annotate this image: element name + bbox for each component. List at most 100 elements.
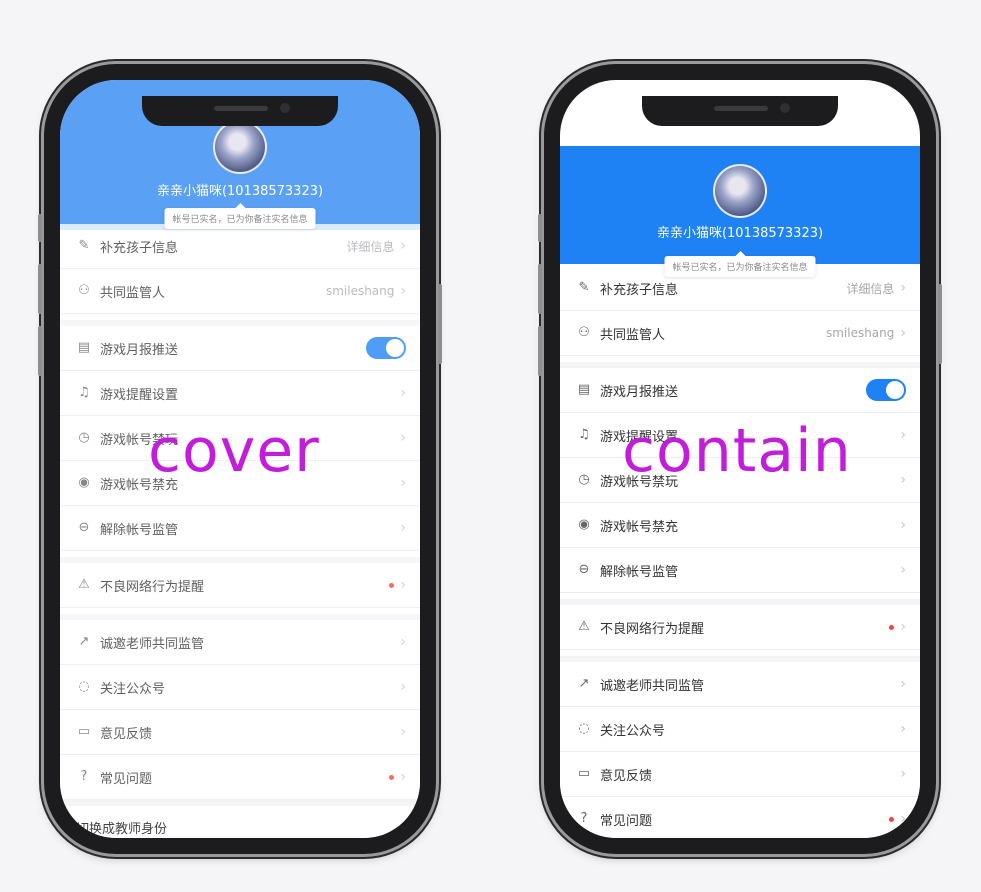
menu-item-label: 不良网络行为提醒	[600, 621, 705, 637]
report-icon: ▤	[577, 382, 591, 397]
coin-icon: ◉	[78, 475, 90, 490]
chevron-right-icon: ›	[900, 562, 906, 578]
chevron-right-icon: ›	[400, 679, 406, 695]
menu-item[interactable]: ✎ 补充孩子信息 详细信息 ›	[60, 224, 420, 269]
menu-item-label: 解除帐号监管	[100, 522, 179, 538]
menu-item-label: 游戏月报推送	[100, 342, 179, 358]
chevron-right-icon: ›	[900, 721, 906, 737]
menu-item[interactable]: ▭ 意见反馈 ›	[60, 710, 420, 755]
user-name: 亲亲小猫咪(10138573323)	[156, 184, 324, 199]
menu-item[interactable]: ▤ 游戏月报推送	[560, 362, 920, 413]
chevron-right-icon: ›	[900, 280, 906, 296]
notification-dot	[389, 582, 395, 588]
edit-icon: ✎	[578, 280, 590, 295]
overlay-label-cover: cover	[148, 416, 320, 486]
share-icon: ↗	[578, 676, 590, 691]
chevron-right-icon: ›	[900, 427, 906, 443]
notch	[142, 96, 338, 126]
chevron-right-icon: ›	[400, 634, 406, 650]
chat-icon: ◌	[78, 679, 90, 694]
menu-item[interactable]: ? 常见问题 ›	[560, 797, 920, 838]
warning-icon: ⚠	[578, 619, 590, 634]
menu-item[interactable]: ◌ 关注公众号 ›	[60, 665, 420, 710]
monthly-report-toggle[interactable]	[866, 379, 906, 401]
switch-role-label: 切换成教师身份	[76, 822, 168, 837]
chevron-right-icon: ›	[400, 475, 406, 491]
chevron-right-icon: ›	[400, 283, 406, 299]
menu-item-label: 意见反馈	[100, 726, 153, 742]
profile-header: 亲亲小猫咪(10138573323)	[560, 146, 920, 264]
menu-item-label: 关注公众号	[600, 723, 666, 739]
menu-item-label: 常见问题	[600, 813, 653, 829]
menu-item[interactable]: ▭ 意见反馈 ›	[560, 752, 920, 797]
report-icon: ▤	[77, 340, 91, 355]
chevron-right-icon: ›	[400, 769, 406, 785]
chat-icon: ◌	[578, 721, 590, 736]
menu-item-label: 游戏提醒设置	[100, 387, 179, 403]
menu-item-value: 详细信息	[846, 281, 895, 296]
monthly-report-toggle[interactable]	[366, 337, 406, 359]
notification-dot	[889, 624, 895, 630]
menu-item-label: 共同监管人	[600, 327, 666, 343]
help-icon: ?	[80, 769, 88, 784]
notch	[642, 96, 838, 126]
chevron-right-icon: ›	[900, 766, 906, 782]
chevron-right-icon: ›	[400, 385, 406, 401]
menu-item[interactable]: ⊖ 解除帐号监管 ›	[560, 548, 920, 593]
clock-icon: ◷	[578, 472, 590, 487]
warning-icon: ⚠	[78, 577, 90, 592]
volume-down-button	[538, 326, 542, 376]
menu-item-label: 意见反馈	[600, 768, 653, 784]
menu-item[interactable]: ◌ 关注公众号 ›	[560, 707, 920, 752]
menu-item-label: 诚邀老师共同监管	[100, 636, 205, 652]
menu-item-label: 共同监管人	[100, 285, 166, 301]
notification-dot	[889, 816, 895, 822]
menu-item-value: smileshang	[825, 326, 895, 340]
menu-item[interactable]: ⚇ 共同监管人 smileshang ›	[60, 269, 420, 314]
volume-down-button	[38, 326, 42, 376]
chevron-right-icon: ›	[399, 820, 406, 838]
menu-item-label: 诚邀老师共同监管	[600, 678, 705, 694]
volume-up-button	[38, 264, 42, 314]
bell-icon: ♫	[78, 385, 90, 400]
chevron-right-icon: ›	[900, 472, 906, 488]
chevron-right-icon: ›	[900, 325, 906, 341]
notification-dot	[389, 774, 395, 780]
chevron-right-icon: ›	[900, 811, 906, 827]
chevron-right-icon: ›	[900, 619, 906, 635]
chevron-right-icon: ›	[400, 577, 406, 593]
menu-item[interactable]: ◉ 游戏帐号禁充 ›	[560, 503, 920, 548]
lock-icon: ⊖	[78, 520, 90, 535]
menu-item[interactable]: ⚇ 共同监管人 smileshang ›	[560, 311, 920, 356]
menu-item[interactable]: ▤ 游戏月报推送	[60, 320, 420, 371]
bell-icon: ♫	[578, 427, 590, 442]
avatar[interactable]	[713, 164, 767, 218]
menu-item[interactable]: ↗ 诚邀老师共同监管 ›	[60, 614, 420, 665]
edit-icon: ✎	[78, 238, 90, 253]
volume-up-button	[538, 264, 542, 314]
menu-item[interactable]: ⊖ 解除帐号监管 ›	[60, 506, 420, 551]
menu-item-label: 常见问题	[100, 771, 153, 787]
chevron-right-icon: ›	[400, 724, 406, 740]
switch-role-item[interactable]: 切换成教师身份查看班级游戏情况、管理学生游戏行为›	[60, 800, 420, 838]
avatar[interactable]	[213, 120, 267, 174]
menu-item[interactable]: ♫ 游戏提醒设置 ›	[60, 371, 420, 416]
menu-item[interactable]: ⚠ 不良网络行为提醒 ›	[560, 599, 920, 650]
people-icon: ⚇	[578, 325, 590, 340]
menu-item-label: 游戏帐号禁充	[600, 519, 679, 535]
clock-icon: ◷	[78, 430, 90, 445]
chevron-right-icon: ›	[900, 676, 906, 692]
menu-item[interactable]: ↗ 诚邀老师共同监管 ›	[560, 656, 920, 707]
chevron-right-icon: ›	[400, 430, 406, 446]
lock-icon: ⊖	[578, 562, 590, 577]
power-button	[938, 284, 942, 364]
menu-item[interactable]: ⚠ 不良网络行为提醒 ›	[60, 557, 420, 608]
menu-item-value: smileshang	[325, 284, 395, 298]
power-button	[438, 284, 442, 364]
overlay-label-contain: contain	[622, 416, 852, 486]
menu-item-label: 解除帐号监管	[600, 564, 679, 580]
menu-item[interactable]: ? 常见问题 ›	[60, 755, 420, 800]
mute-switch	[538, 214, 542, 242]
chevron-right-icon: ›	[400, 238, 406, 254]
menu-item-label: 补充孩子信息	[600, 282, 679, 298]
